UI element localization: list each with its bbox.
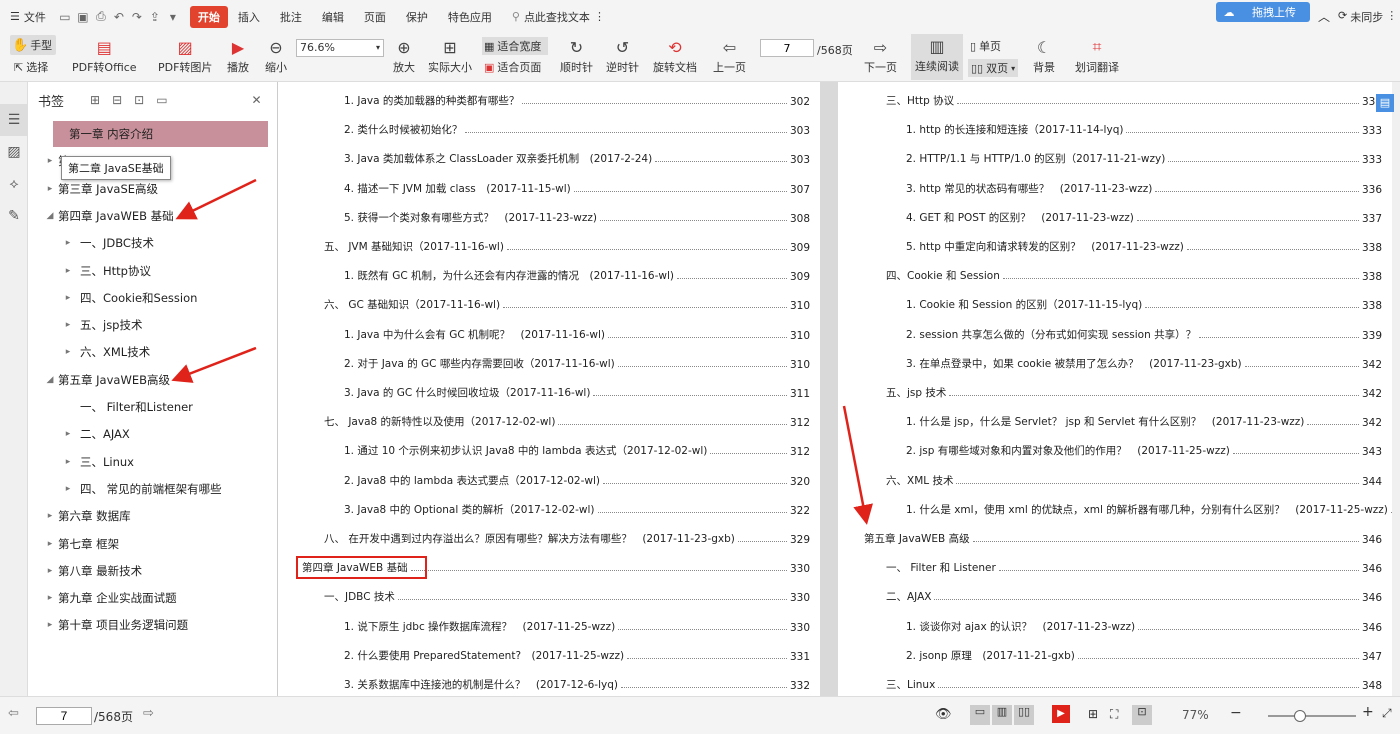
- fullscreen-icon[interactable]: ⛶: [1110, 707, 1118, 722]
- next-page-icon[interactable]: ⇨: [143, 706, 154, 721]
- status-bar: ⇦ /568页 ⇨ 👁 ▭ ▥ ▯▯ ▶ ⊞ ⛶ ⊡ 77% − + ⤢: [0, 696, 1400, 734]
- annotation-arrow-1: [175, 178, 257, 220]
- fit-icon[interactable]: ⊞: [1088, 707, 1098, 721]
- continuous-view-icon[interactable]: ▥: [992, 705, 1012, 725]
- expand-icon[interactable]: ⤢: [1382, 706, 1392, 721]
- single-view-icon[interactable]: ▭: [970, 705, 990, 725]
- annotation-arrows: [171, 178, 873, 525]
- play-icon[interactable]: ▶: [1052, 705, 1070, 723]
- annotation-arrow-3: [842, 405, 873, 525]
- fit-window-icon[interactable]: ⊡: [1132, 705, 1152, 725]
- zoom-slider[interactable]: [1268, 710, 1356, 722]
- annotation-arrow-2: [171, 346, 257, 383]
- zoom-slider-handle[interactable]: [1294, 710, 1306, 722]
- zoom-in-icon[interactable]: +: [1362, 704, 1374, 720]
- prev-page-icon[interactable]: ⇦: [8, 706, 19, 721]
- eye-icon[interactable]: 👁: [935, 707, 952, 722]
- zoom-out-icon[interactable]: −: [1230, 705, 1242, 721]
- status-page-input[interactable]: [36, 707, 92, 725]
- annotation-box-chapter4: [296, 556, 427, 579]
- status-page-total: /568页: [94, 710, 133, 724]
- zoom-level: 77%: [1182, 708, 1209, 722]
- double-view-icon[interactable]: ▯▯: [1014, 705, 1034, 725]
